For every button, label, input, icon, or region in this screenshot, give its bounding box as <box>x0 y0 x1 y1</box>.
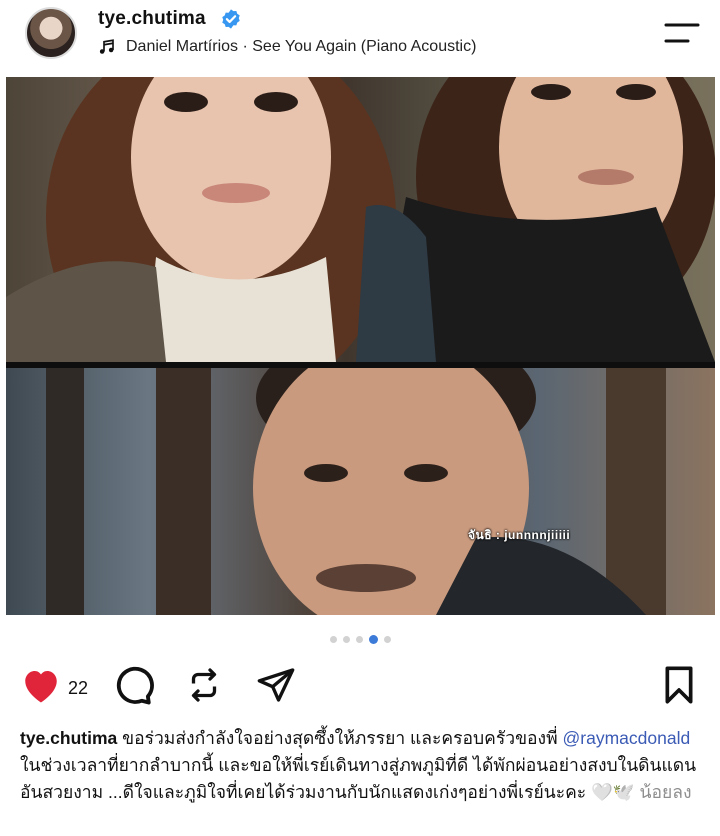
caption-emoji: 🤍🕊️ <box>591 782 635 802</box>
share-send-icon[interactable] <box>256 665 296 705</box>
carousel-dot <box>329 635 337 643</box>
repost-icon[interactable] <box>186 665 222 705</box>
music-note-icon <box>99 39 114 54</box>
comment-bubble-icon[interactable] <box>112 664 154 706</box>
caption-mention[interactable]: @raymacdonald <box>563 728 691 748</box>
carousel-dot <box>342 635 350 643</box>
carousel-dot <box>383 635 391 643</box>
show-less-link[interactable]: น้อยลง <box>635 782 692 802</box>
post-image[interactable]: จันธิ : junnnnjiiiii <box>6 77 715 615</box>
avatar[interactable] <box>25 7 77 59</box>
like-heart-icon[interactable] <box>20 665 62 705</box>
image-panel-bottom <box>6 368 715 615</box>
music-track-label: Daniel Martírios · See You Again (Piano … <box>126 38 477 55</box>
like-count[interactable]: 22 <box>68 678 88 699</box>
image-panel-top <box>6 77 715 362</box>
carousel-indicator <box>0 632 720 646</box>
man-scene <box>46 368 666 615</box>
carousel-dot <box>368 634 378 644</box>
action-bar: 22 <box>0 665 720 711</box>
verified-badge-icon <box>222 9 240 29</box>
music-row[interactable]: Daniel Martírios · See You Again (Piano … <box>98 38 476 56</box>
caption-username[interactable]: tye.chutima <box>20 728 117 748</box>
image-overlay-caption: จันธิ : junnnnjiiiii <box>468 528 571 542</box>
post-header: tye.chutima Daniel Martírios · See You A… <box>0 0 720 74</box>
bookmark-icon[interactable] <box>662 665 696 705</box>
carousel-dot <box>355 635 363 643</box>
two-women-scene <box>6 77 715 362</box>
post-caption: tye.chutima ขอร่วมส่งกำลังใจอย่างสุดซึ้ง… <box>20 725 710 806</box>
menu-icon[interactable] <box>664 22 700 44</box>
post-username[interactable]: tye.chutima <box>98 8 206 30</box>
caption-text-1: ขอร่วมส่งกำลังใจอย่างสุดซึ้งให้ภรรยา และ… <box>117 728 563 748</box>
